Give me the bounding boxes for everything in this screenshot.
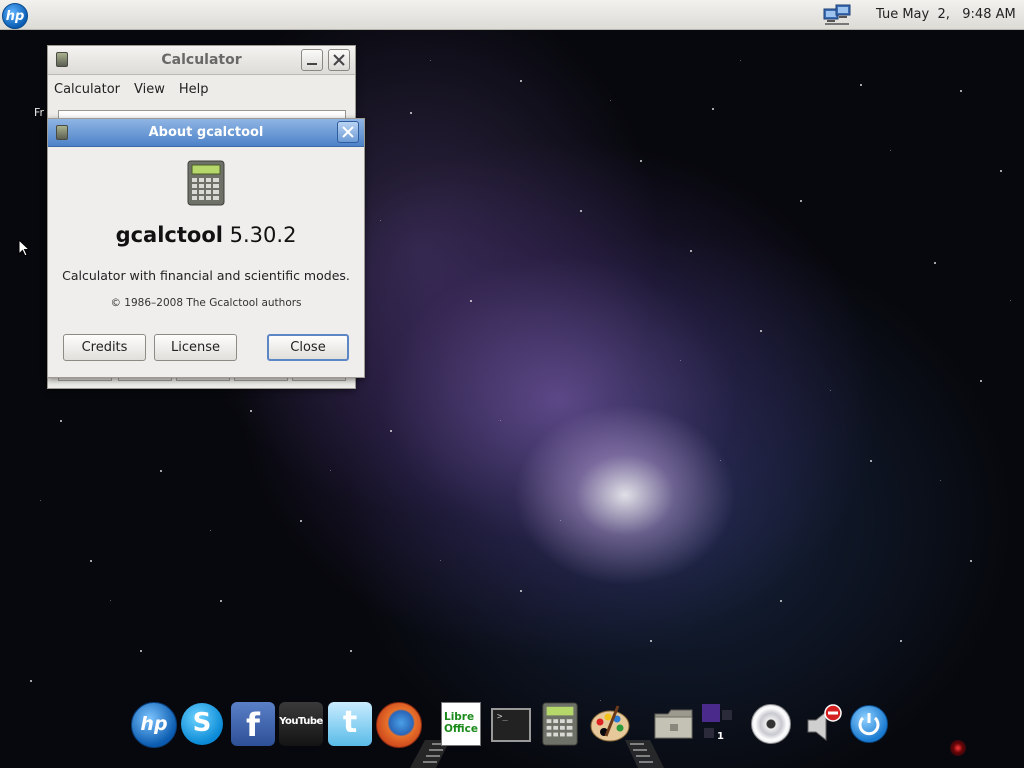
workspace-cell bbox=[702, 704, 720, 722]
calculator-app-icon bbox=[56, 52, 68, 67]
network-icon[interactable] bbox=[822, 3, 852, 27]
red-light-spot bbox=[950, 740, 966, 756]
skype-glyph: S bbox=[192, 708, 212, 738]
menu-view[interactable]: View bbox=[134, 82, 165, 97]
menu-help[interactable]: Help bbox=[179, 82, 209, 97]
terminal-prompt-glyph: >_ bbox=[497, 712, 508, 722]
about-title: About gcalctool bbox=[148, 125, 264, 140]
dock-youtube-icon[interactable]: YouTube bbox=[279, 702, 323, 746]
desktop-label: Fr bbox=[34, 106, 45, 119]
close-button[interactable]: Close bbox=[267, 334, 349, 361]
hp-menu-button[interactable]: hp bbox=[2, 3, 28, 29]
clock[interactable]: Tue May 2, 9:48 AM bbox=[876, 7, 1016, 22]
dock-volume-muted-icon[interactable] bbox=[802, 702, 846, 746]
dock-calculator-icon[interactable] bbox=[540, 702, 580, 746]
calculator-app-icon bbox=[56, 125, 68, 140]
about-app-name: gcalctool 5.30.2 bbox=[48, 223, 364, 247]
minimize-icon bbox=[307, 63, 317, 65]
about-close-x-button[interactable] bbox=[337, 121, 359, 143]
close-icon bbox=[342, 126, 354, 138]
desktop: hp Tue May 2, 9:48 AM Fr Calculator Calc… bbox=[0, 0, 1024, 768]
dock-libreoffice-icon[interactable]: Libre Office bbox=[441, 702, 481, 746]
calculator-title: Calculator bbox=[161, 52, 242, 68]
workspace-cell bbox=[722, 710, 732, 720]
dock-paint-icon[interactable] bbox=[588, 702, 632, 746]
facebook-glyph: f bbox=[246, 706, 260, 744]
calculator-titlebar[interactable]: Calculator bbox=[48, 46, 355, 75]
credits-button[interactable]: Credits bbox=[63, 334, 146, 361]
license-button[interactable]: License bbox=[154, 334, 237, 361]
menu-calculator[interactable]: Calculator bbox=[54, 82, 120, 97]
app-name: gcalctool bbox=[115, 223, 223, 247]
dock-twitter-icon[interactable]: t bbox=[328, 702, 372, 746]
libreoffice-label: Libre Office bbox=[444, 711, 478, 735]
about-titlebar[interactable]: About gcalctool bbox=[48, 119, 364, 147]
mouse-cursor-icon bbox=[18, 239, 30, 257]
youtube-label: YouTube bbox=[279, 716, 323, 727]
dock-skype-icon[interactable]: S bbox=[181, 703, 223, 745]
workspace-number: 1 bbox=[717, 731, 724, 742]
dock: hp S f YouTube t Libre Office >_ 1 bbox=[120, 690, 900, 768]
dock-hp-icon[interactable]: hp bbox=[131, 702, 177, 748]
about-copyright: © 1986–2008 The Gcalctool authors bbox=[110, 297, 302, 309]
about-comment: Calculator with financial and scientific… bbox=[62, 268, 350, 283]
minimize-button[interactable] bbox=[301, 49, 323, 71]
dock-cd-icon[interactable] bbox=[751, 704, 791, 744]
close-icon bbox=[333, 54, 345, 66]
app-version: 5.30.2 bbox=[229, 223, 297, 247]
hp-logo-icon: hp bbox=[5, 8, 25, 24]
dock-hp-label: hp bbox=[140, 713, 168, 735]
about-dialog: About gcalctool gcalctool 5.30.2 Calcula… bbox=[47, 118, 365, 378]
dock-power-icon[interactable] bbox=[850, 705, 888, 743]
calculator-icon bbox=[187, 160, 225, 206]
dock-firefox-icon[interactable] bbox=[376, 702, 422, 748]
workspace-cell bbox=[704, 728, 714, 738]
power-glyph-icon bbox=[858, 713, 880, 736]
dock-facebook-icon[interactable]: f bbox=[231, 702, 275, 746]
dock-terminal-icon[interactable]: >_ bbox=[491, 708, 531, 742]
dock-workspace-switcher-icon[interactable]: 1 bbox=[700, 702, 736, 746]
twitter-glyph: t bbox=[342, 705, 358, 740]
dock-folder-icon[interactable] bbox=[652, 702, 696, 746]
calculator-close-button[interactable] bbox=[328, 49, 350, 71]
top-panel: hp Tue May 2, 9:48 AM bbox=[0, 0, 1024, 30]
calculator-menubar: Calculator View Help bbox=[48, 75, 355, 103]
